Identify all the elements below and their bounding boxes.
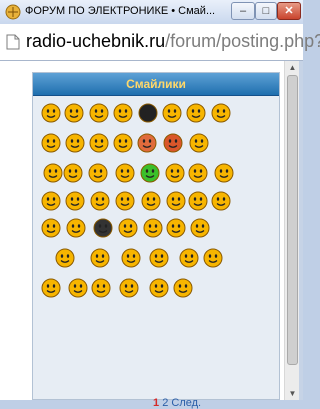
smile-icon[interactable] (41, 103, 61, 123)
sick-icon[interactable] (91, 278, 111, 298)
angry-black-icon[interactable] (138, 103, 158, 123)
arrow-icon[interactable] (115, 163, 135, 183)
page-content: Смайлики 1 2 След. (0, 61, 283, 409)
maximize-button[interactable]: □ (255, 2, 277, 20)
dark-glasses-icon[interactable] (188, 163, 208, 183)
sad-icon[interactable] (64, 103, 84, 123)
panel-title: Смайлики (126, 77, 186, 91)
url-text[interactable]: radio-uchebnik.ru/forum/posting.php? (26, 31, 320, 52)
flower-icon[interactable] (41, 278, 61, 298)
cry-icon[interactable] (121, 248, 141, 268)
blush-icon[interactable] (41, 218, 61, 238)
punch-icon[interactable] (119, 278, 139, 298)
pagination: 1 2 След. (153, 397, 201, 409)
sleep-icon[interactable] (203, 248, 223, 268)
group-icon[interactable] (65, 191, 85, 211)
exclamation-icon[interactable] (43, 163, 63, 183)
page-next-link[interactable]: След. (171, 397, 201, 409)
idea-icon[interactable] (88, 163, 108, 183)
hat-icon[interactable] (166, 218, 186, 238)
url-domain: radio-uchebnik.ru (26, 31, 166, 51)
wink-icon[interactable] (89, 103, 109, 123)
window-title: ФОРУМ ПО ЭЛЕКТРОНИКЕ • Смай... (25, 5, 216, 17)
cool-sunglasses-icon[interactable] (186, 103, 206, 123)
devil-icon[interactable] (163, 133, 183, 153)
browser-viewport: Смайлики 1 2 След. ▲ ▼ (0, 61, 303, 409)
page-icon (6, 34, 20, 50)
address-bar[interactable]: radio-uchebnik.ru/forum/posting.php? (0, 24, 320, 61)
shy-icon[interactable] (90, 191, 110, 211)
love-icon[interactable] (141, 191, 161, 211)
title-bar: ФОРУМ ПО ЭЛЕКТРОНИКЕ • Смай... – □ ✕ (0, 0, 303, 25)
url-path: /forum/posting.php? (165, 31, 320, 51)
browser-app-icon (5, 4, 21, 20)
thumbs-up-icon[interactable] (190, 218, 210, 238)
scroll-up-arrow-icon[interactable]: ▲ (285, 61, 300, 74)
nerd-icon[interactable] (90, 248, 110, 268)
surprised-icon[interactable] (89, 133, 109, 153)
scroll-thumb[interactable] (287, 75, 298, 365)
close-button[interactable]: ✕ (277, 2, 301, 20)
window-right-border (299, 61, 303, 400)
sunglasses-icon[interactable] (165, 163, 185, 183)
rose-icon[interactable] (149, 248, 169, 268)
mad-icon[interactable] (189, 133, 209, 153)
headphones-icon[interactable] (211, 191, 231, 211)
rolleyes-icon[interactable] (65, 133, 85, 153)
wave-icon[interactable] (55, 248, 75, 268)
tongue-icon[interactable] (211, 103, 231, 123)
page-next-number[interactable]: 2 (162, 397, 168, 409)
red-angry-icon[interactable] (137, 133, 157, 153)
clap-icon[interactable] (179, 248, 199, 268)
panel-header: Смайлики (33, 73, 279, 96)
dance-icon[interactable] (115, 191, 135, 211)
pirate-icon[interactable] (66, 218, 86, 238)
question-icon[interactable] (63, 163, 83, 183)
drink-icon[interactable] (188, 191, 208, 211)
green-sick-icon[interactable] (140, 163, 160, 183)
laugh-icon[interactable] (162, 103, 182, 123)
bomb-icon[interactable] (93, 218, 113, 238)
scroll-down-arrow-icon[interactable]: ▼ (285, 387, 300, 400)
think-icon[interactable] (166, 191, 186, 211)
dizzy-icon[interactable] (173, 278, 193, 298)
vertical-scrollbar[interactable]: ▲ ▼ (284, 61, 300, 400)
angel-icon[interactable] (68, 278, 88, 298)
page-current: 1 (153, 397, 160, 409)
evil-icon[interactable] (118, 218, 138, 238)
minimize-button[interactable]: – (231, 2, 255, 20)
whistle-icon[interactable] (41, 191, 61, 211)
crazy-icon[interactable] (41, 133, 61, 153)
eek-icon[interactable] (113, 133, 133, 153)
yawn-icon[interactable] (214, 163, 234, 183)
smilies-panel: Смайлики 1 2 След. (32, 72, 280, 409)
grin-icon[interactable] (113, 103, 133, 123)
ok-icon[interactable] (149, 278, 169, 298)
kiss-icon[interactable] (143, 218, 163, 238)
